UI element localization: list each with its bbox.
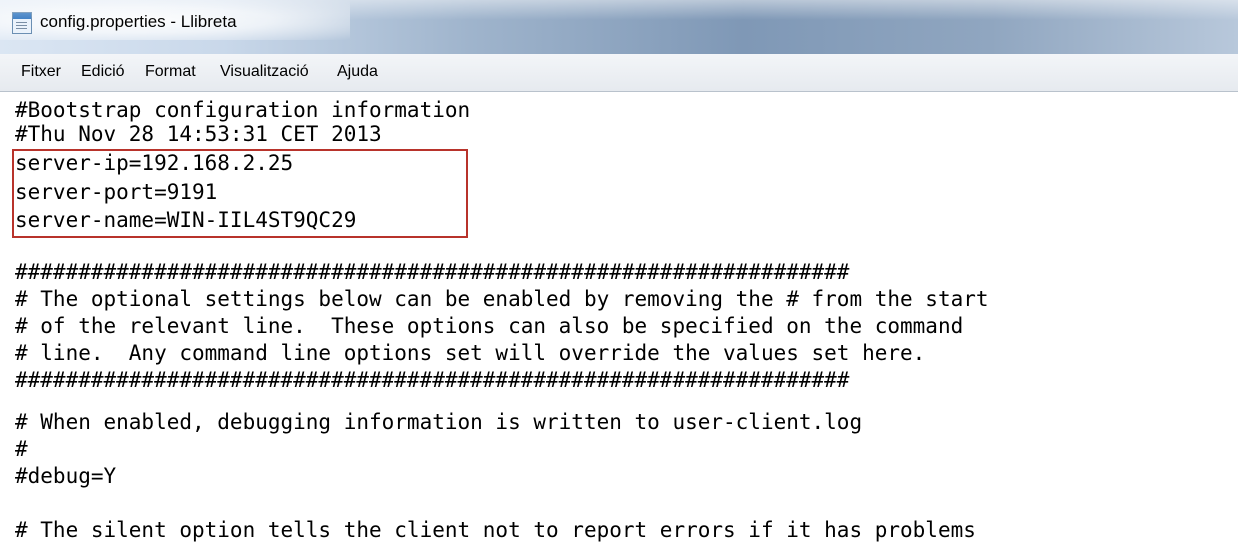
menu-ajuda[interactable]: Ajuda: [337, 63, 378, 81]
text-line: # The silent option tells the client not…: [15, 518, 976, 542]
text-line: #: [15, 437, 28, 461]
menu-edicio[interactable]: Edició: [81, 63, 125, 81]
text-line: #Bootstrap configuration information: [15, 98, 471, 122]
menu-bar: Fitxer Edició Format Visualització Ajuda: [0, 54, 1238, 92]
menu-visualitzacio[interactable]: Visualització: [220, 63, 309, 81]
menu-fitxer[interactable]: Fitxer: [21, 63, 61, 81]
text-line: #debug=Y: [15, 464, 117, 488]
title-bar[interactable]: config.properties - Llibreta: [0, 0, 1238, 54]
highlight-box: [12, 149, 468, 238]
text-line: ########################################…: [15, 260, 850, 284]
text-line: # When enabled, debugging information is…: [15, 410, 863, 434]
text-line: # The optional settings below can be ena…: [15, 287, 989, 311]
notepad-window: config.properties - Llibreta Fitxer Edic…: [0, 0, 1238, 542]
notepad-icon[interactable]: [12, 12, 32, 34]
text-line: #Thu Nov 28 14:53:31 CET 2013: [15, 122, 382, 146]
window-title: config.properties - Llibreta: [40, 12, 237, 31]
menu-format[interactable]: Format: [145, 63, 196, 81]
text-editor[interactable]: #Bootstrap configuration information #Th…: [0, 92, 1238, 542]
text-line: # of the relevant line. These options ca…: [15, 314, 964, 338]
text-line: ########################################…: [15, 368, 850, 392]
text-line: # line. Any command line options set wil…: [15, 341, 926, 365]
